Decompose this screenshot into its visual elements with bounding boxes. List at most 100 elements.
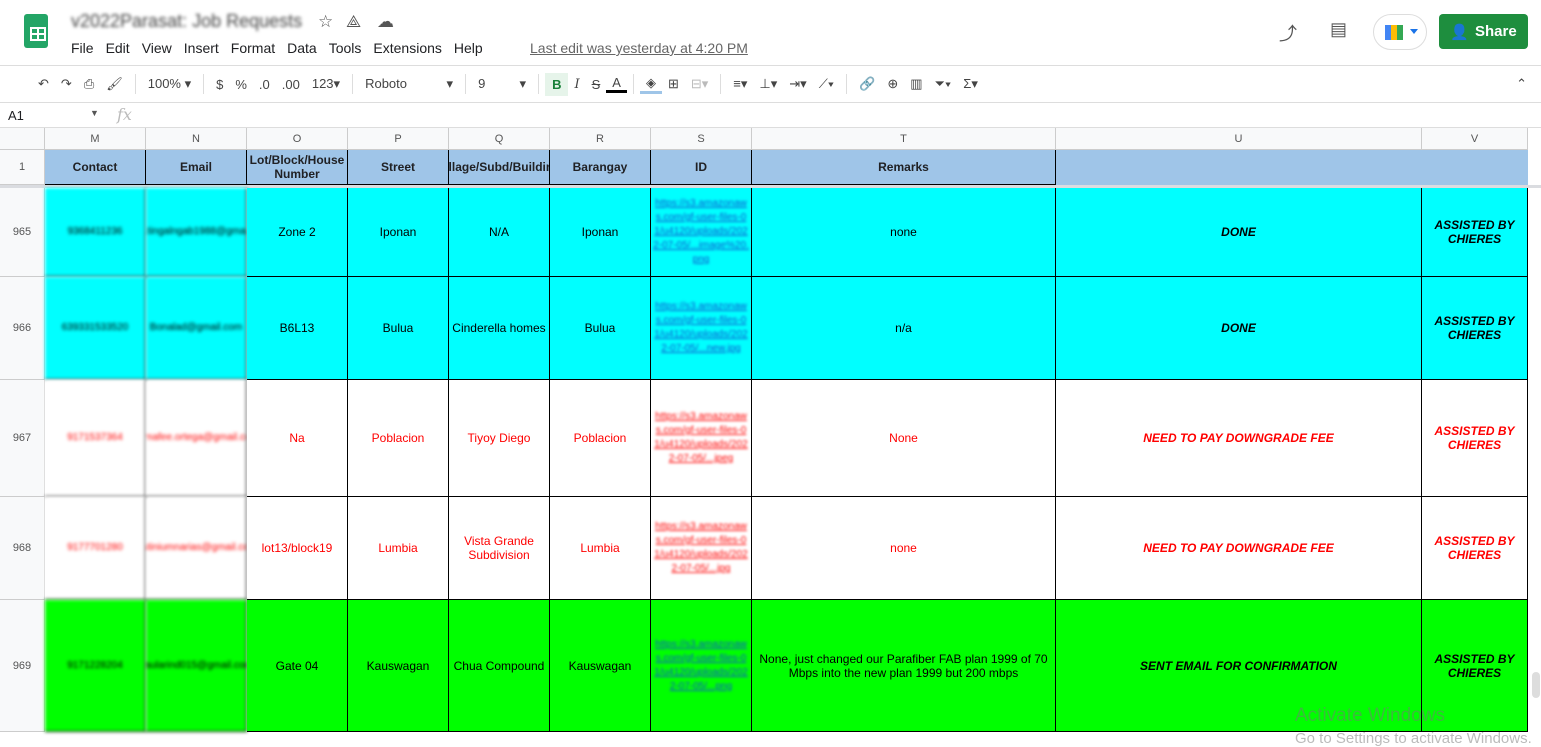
paint-format-icon[interactable]: 🖌 xyxy=(100,76,129,92)
header-cell[interactable] xyxy=(1056,150,1422,185)
star-icon[interactable]: ☆ xyxy=(318,12,333,32)
lot-cell[interactable]: B6L13 xyxy=(247,277,348,380)
barangay-cell[interactable]: Iponan xyxy=(550,188,651,277)
row-header[interactable]: 969 xyxy=(0,600,45,732)
header-cell[interactable]: Email xyxy=(146,150,247,185)
italic-button[interactable]: I xyxy=(568,77,585,92)
contact-cell[interactable]: 9368411236 xyxy=(45,188,146,277)
column-header-R[interactable]: R xyxy=(550,128,651,150)
header-cell[interactable]: Lot/Block/House Number xyxy=(247,150,348,185)
header-cell[interactable]: Remarks xyxy=(752,150,1056,185)
more-formats-select[interactable]: 123▾ xyxy=(306,76,346,92)
text-wrap-icon[interactable]: ⇥▾ xyxy=(783,76,812,92)
remarks-cell[interactable]: none xyxy=(752,497,1056,600)
collapse-toolbar-icon[interactable]: ⌃ xyxy=(1510,76,1533,92)
column-header-Q[interactable]: Q xyxy=(449,128,550,150)
barangay-cell[interactable]: Lumbia xyxy=(550,497,651,600)
menu-edit[interactable]: Edit xyxy=(106,40,136,56)
insert-comment-icon[interactable]: ⊕ xyxy=(881,76,904,92)
insert-link-icon[interactable]: 🔗 xyxy=(853,76,881,92)
village-cell[interactable]: Tiyoy Diego xyxy=(449,380,550,497)
document-title[interactable]: v2022Parasat: Job Requests xyxy=(71,11,302,32)
sheets-logo[interactable] xyxy=(24,14,48,48)
column-header-U[interactable]: U xyxy=(1056,128,1422,150)
status-cell[interactable]: NEED TO PAY DOWNGRADE FEE xyxy=(1056,497,1422,600)
remarks-cell[interactable]: None xyxy=(752,380,1056,497)
assisted-cell[interactable]: ASSISTED BY CHIERES xyxy=(1422,188,1528,277)
merge-cells-icon[interactable]: ⊟▾ xyxy=(685,76,714,92)
text-color-button[interactable]: A xyxy=(606,75,627,93)
borders-icon[interactable]: ⊞ xyxy=(662,76,685,92)
assisted-cell[interactable]: ASSISTED BY CHIERES xyxy=(1422,277,1528,380)
remarks-cell[interactable]: n/a xyxy=(752,277,1056,380)
menu-help[interactable]: Help xyxy=(454,40,489,56)
zoom-select[interactable]: 100% ▾ xyxy=(142,76,197,92)
column-header-P[interactable]: P xyxy=(348,128,449,150)
column-header-M[interactable]: M xyxy=(45,128,146,150)
strikethrough-button[interactable]: S xyxy=(586,77,607,92)
lot-cell[interactable]: Gate 04 xyxy=(247,600,348,732)
row-header[interactable]: 1 xyxy=(0,150,45,185)
currency-format-button[interactable]: $ xyxy=(210,77,229,92)
status-cell[interactable]: NEED TO PAY DOWNGRADE FEE xyxy=(1056,380,1422,497)
font-size-select[interactable]: 9 ▾ xyxy=(472,76,532,92)
contact-cell[interactable]: 9171537364 xyxy=(45,380,146,497)
id-cell[interactable]: https://s3.amazonaws.com/gf-user-files-0… xyxy=(651,497,752,600)
row-header[interactable]: 967 xyxy=(0,380,45,497)
row-header[interactable]: 968 xyxy=(0,497,45,600)
barangay-cell[interactable]: Poblacion xyxy=(550,380,651,497)
row-header[interactable]: 966 xyxy=(0,277,45,380)
move-to-drive-icon[interactable]: ⟁ xyxy=(346,12,361,32)
insert-chart-icon[interactable]: ▥ xyxy=(904,76,928,92)
comment-icon[interactable]: ▤ xyxy=(1330,19,1347,40)
menu-tools[interactable]: Tools xyxy=(329,40,368,56)
vertical-scrollbar[interactable] xyxy=(1532,672,1540,698)
menu-extensions[interactable]: Extensions xyxy=(373,40,447,56)
assisted-cell[interactable]: ASSISTED BY CHIERES xyxy=(1422,497,1528,600)
contact-cell[interactable]: 9177701280 xyxy=(45,497,146,600)
row-header[interactable]: 965 xyxy=(0,188,45,277)
id-cell[interactable]: https://s3.amazonaws.com/gf-user-files-0… xyxy=(651,277,752,380)
street-cell[interactable]: Bulua xyxy=(348,277,449,380)
header-cell[interactable]: Contact xyxy=(45,150,146,185)
redo-icon[interactable]: ↷ xyxy=(55,76,78,92)
menu-format[interactable]: Format xyxy=(231,40,281,56)
id-cell[interactable]: https://s3.amazonaws.com/gf-user-files-0… xyxy=(651,600,752,732)
menu-data[interactable]: Data xyxy=(287,40,323,56)
column-header-T[interactable]: T xyxy=(752,128,1056,150)
name-box[interactable]: A1 xyxy=(8,108,24,123)
meet-button[interactable] xyxy=(1373,14,1427,50)
status-cell[interactable]: DONE xyxy=(1056,188,1422,277)
text-rotate-icon[interactable]: ⟋▾ xyxy=(813,76,840,92)
functions-icon[interactable]: Σ▾ xyxy=(957,76,984,92)
header-cell[interactable]: Barangay xyxy=(550,150,651,185)
share-button[interactable]: 👤 Share xyxy=(1439,14,1528,49)
email-cell[interactable]: justiniumnarias@gmail.com xyxy=(146,497,247,600)
menu-view[interactable]: View xyxy=(142,40,178,56)
village-cell[interactable]: Chua Compound xyxy=(449,600,550,732)
village-cell[interactable]: N/A xyxy=(449,188,550,277)
remarks-cell[interactable]: None, just changed our Parafiber FAB pla… xyxy=(752,600,1056,732)
street-cell[interactable]: Iponan xyxy=(348,188,449,277)
column-header-N[interactable]: N xyxy=(146,128,247,150)
column-header-S[interactable]: S xyxy=(651,128,752,150)
percent-format-button[interactable]: % xyxy=(229,77,253,92)
column-header-O[interactable]: O xyxy=(247,128,348,150)
assisted-cell[interactable]: ASSISTED BY CHIERES xyxy=(1422,380,1528,497)
bold-button[interactable]: B xyxy=(545,72,569,96)
filter-icon[interactable]: ⏷▾ xyxy=(929,76,958,92)
increase-decimal-button[interactable]: .00 xyxy=(276,77,306,92)
barangay-cell[interactable]: Kauswagan xyxy=(550,600,651,732)
header-cell[interactable]: ID xyxy=(651,150,752,185)
street-cell[interactable]: Poblacion xyxy=(348,380,449,497)
email-cell[interactable]: jomar.tingalngab1988@gmail.com xyxy=(146,188,247,277)
email-cell[interactable]: Bonalad@gmail.com xyxy=(146,277,247,380)
cloud-saved-icon[interactable]: ☁ xyxy=(377,12,394,32)
lot-cell[interactable]: Zone 2 xyxy=(247,188,348,277)
contact-cell[interactable]: 9171228204 xyxy=(45,600,146,732)
activity-trend-icon[interactable]: ⤴ xyxy=(1279,20,1297,46)
email-cell[interactable]: dumafee.ortega@gmail.com xyxy=(146,380,247,497)
lot-cell[interactable]: Na xyxy=(247,380,348,497)
menu-insert[interactable]: Insert xyxy=(184,40,225,56)
undo-icon[interactable]: ↶ xyxy=(32,76,55,92)
